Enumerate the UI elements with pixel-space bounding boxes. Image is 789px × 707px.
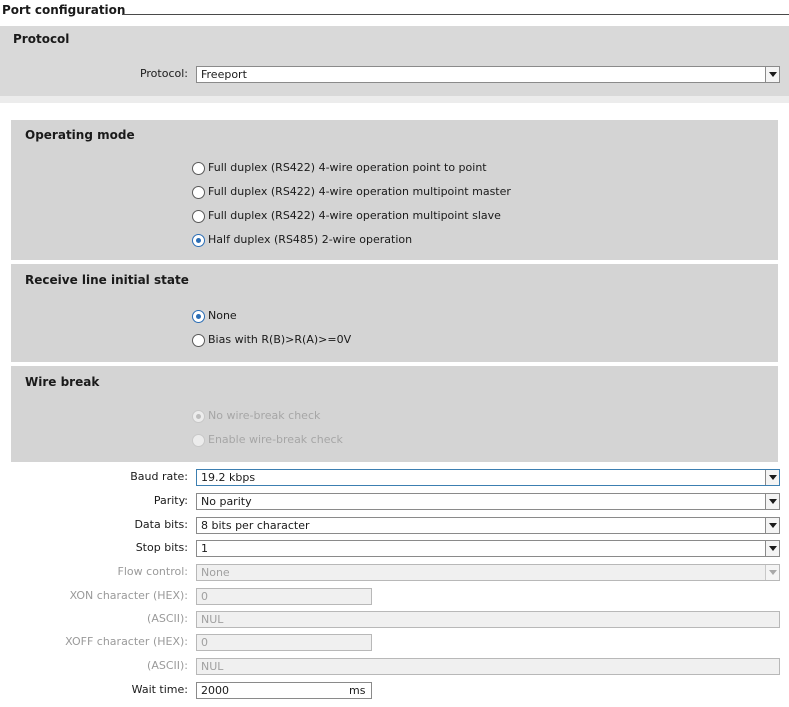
operating-mode-title: Operating mode (25, 128, 135, 142)
receive-line-option[interactable]: Bias with R(B)>R(A)>=0V (192, 332, 351, 348)
xoff-ascii-label: (ASCII): (147, 659, 188, 672)
xoff-hex-input: 0 (196, 634, 372, 651)
operating-mode-option-label: Full duplex (RS422) 4-wire operation mul… (208, 185, 511, 198)
flow-control-label: Flow control: (117, 565, 188, 578)
operating-mode-option[interactable]: Half duplex (RS485) 2-wire operation (192, 232, 412, 248)
wait-time-unit: ms (349, 684, 366, 697)
protocol-panel: Protocol Protocol: Freeport (0, 26, 789, 96)
wait-time-label: Wait time: (131, 683, 188, 696)
wire-break-option: Enable wire-break check (192, 432, 343, 448)
parity-value: No parity (201, 495, 252, 508)
baud-rate-select[interactable]: 19.2 kbps (196, 469, 780, 486)
protocol-select-value: Freeport (201, 68, 247, 81)
xon-ascii-input: NUL (196, 611, 780, 628)
receive-line-panel: Receive line initial state None Bias wit… (11, 264, 778, 362)
operating-mode-option[interactable]: Full duplex (RS422) 4-wire operation poi… (192, 160, 487, 176)
xon-hex-value: 0 (201, 590, 208, 603)
baud-rate-label: Baud rate: (130, 470, 188, 483)
xoff-ascii-value: NUL (201, 660, 224, 673)
xon-ascii-label: (ASCII): (147, 612, 188, 625)
xoff-hex-value: 0 (201, 636, 208, 649)
protocol-select[interactable]: Freeport (196, 66, 780, 83)
header-divider (122, 14, 789, 15)
flow-control-select: None (196, 564, 780, 581)
receive-line-option-label: None (208, 309, 237, 322)
chevron-down-icon[interactable] (765, 541, 779, 556)
operating-mode-option[interactable]: Full duplex (RS422) 4-wire operation mul… (192, 208, 501, 224)
baud-rate-value: 19.2 kbps (201, 471, 256, 484)
xon-hex-label: XON character (HEX): (69, 589, 188, 602)
radio-button (192, 433, 205, 447)
radio-button-checked[interactable] (192, 309, 205, 323)
wire-break-panel: Wire break No wire-break check Enable wi… (11, 366, 778, 462)
chevron-down-icon[interactable] (765, 518, 779, 533)
protocol-section-title: Protocol (13, 32, 70, 46)
radio-button[interactable] (192, 185, 205, 199)
xon-hex-input: 0 (196, 588, 372, 605)
data-bits-select[interactable]: 8 bits per character (196, 517, 780, 534)
operating-mode-option[interactable]: Full duplex (RS422) 4-wire operation mul… (192, 184, 511, 200)
radio-button[interactable] (192, 161, 205, 175)
wire-break-option: No wire-break check (192, 408, 320, 424)
separator-band (0, 96, 789, 103)
receive-line-option-label: Bias with R(B)>R(A)>=0V (208, 333, 352, 346)
wait-time-value: 2000 (201, 684, 229, 697)
section-header: Port configuration (0, 0, 789, 22)
parity-label: Parity: (153, 494, 188, 507)
radio-button-checked (192, 409, 205, 423)
protocol-label: Protocol: (139, 67, 188, 80)
data-bits-label: Data bits: (134, 518, 188, 531)
wait-time-input[interactable]: 2000 ms (196, 682, 372, 699)
receive-line-title: Receive line initial state (25, 273, 189, 287)
data-bits-value: 8 bits per character (201, 519, 310, 532)
wire-break-option-label: Enable wire-break check (208, 433, 343, 446)
operating-mode-option-label: Full duplex (RS422) 4-wire operation poi… (208, 161, 487, 174)
wire-break-option-label: No wire-break check (208, 409, 321, 422)
chevron-down-icon (765, 565, 779, 580)
operating-mode-option-label: Half duplex (RS485) 2-wire operation (208, 233, 413, 246)
page-title: Port configuration (2, 3, 130, 17)
chevron-down-icon[interactable] (765, 470, 779, 485)
wire-break-title: Wire break (25, 375, 100, 389)
stop-bits-label: Stop bits: (135, 541, 188, 554)
operating-mode-option-label: Full duplex (RS422) 4-wire operation mul… (208, 209, 501, 222)
operating-mode-panel: Operating mode Full duplex (RS422) 4-wir… (11, 120, 778, 260)
stop-bits-select[interactable]: 1 (196, 540, 780, 557)
xon-ascii-value: NUL (201, 613, 224, 626)
receive-line-option[interactable]: None (192, 308, 237, 324)
stop-bits-value: 1 (201, 542, 208, 555)
radio-button[interactable] (192, 209, 205, 223)
radio-button-checked[interactable] (192, 233, 205, 247)
parity-select[interactable]: No parity (196, 493, 780, 510)
radio-button[interactable] (192, 333, 205, 347)
xoff-hex-label: XOFF character (HEX): (65, 635, 188, 648)
xoff-ascii-input: NUL (196, 658, 780, 675)
chevron-down-icon[interactable] (765, 494, 779, 509)
chevron-down-icon[interactable] (765, 67, 779, 82)
flow-control-value: None (201, 566, 230, 579)
